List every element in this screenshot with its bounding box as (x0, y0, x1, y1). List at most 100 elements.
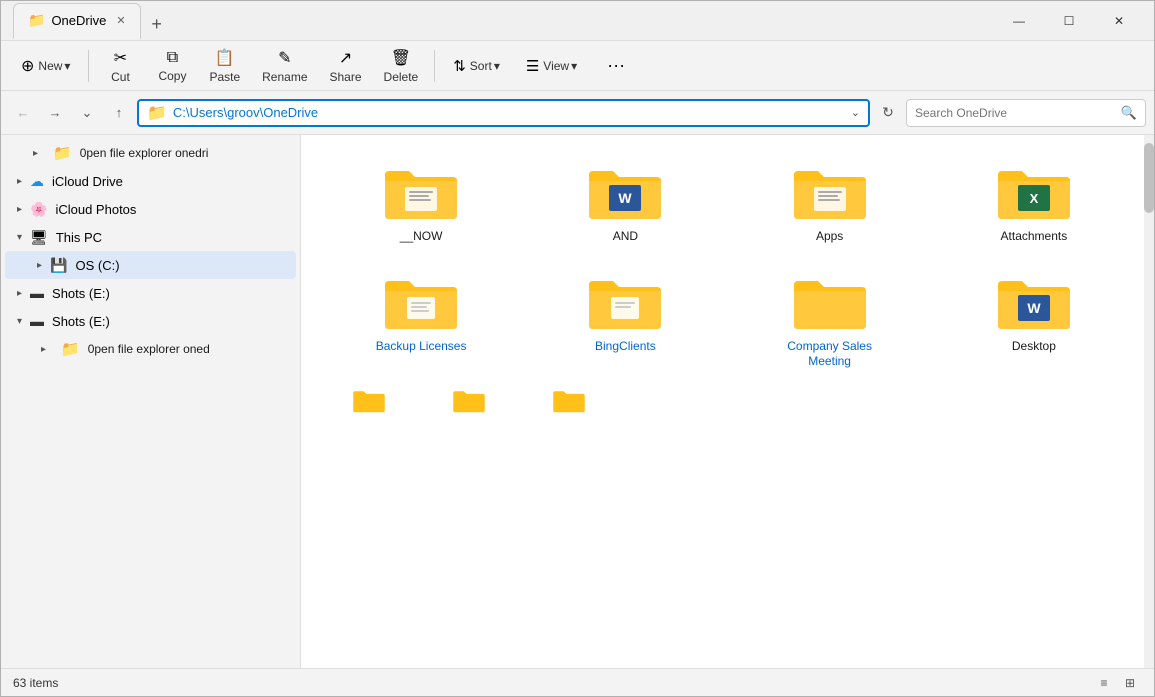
sidebar-expand-down-chevron: ▾ (17, 232, 22, 243)
new-tab-button[interactable]: + (143, 11, 171, 39)
sidebar-item-onedrive-folder[interactable]: ▸ 📁 0pen file explorer onedri (5, 139, 296, 167)
separator-1 (88, 50, 89, 82)
folder-bing-label: BingClients (595, 339, 656, 355)
folder-now-icon (381, 159, 461, 223)
close-button[interactable]: ✕ (1096, 5, 1142, 37)
forward-button[interactable]: → (41, 99, 69, 127)
address-chevron-icon[interactable]: ⌄ (851, 106, 860, 119)
sidebar-item-this-pc[interactable]: ▾ 🖥 This PC (5, 223, 296, 251)
address-bar[interactable]: 📁 ⌄ (137, 99, 870, 127)
folder2-icon: 📁 (61, 340, 80, 358)
folder-item-apps[interactable]: Apps (730, 151, 930, 253)
address-input-field[interactable] (173, 105, 845, 120)
partial-folder-1[interactable] (321, 386, 417, 414)
sidebar-item-icloud-drive[interactable]: ▸ ☁ iCloud Drive (5, 167, 296, 195)
partial-folder-3[interactable] (521, 386, 617, 414)
refresh-button[interactable]: ↻ (874, 99, 902, 127)
tab-onedrive[interactable]: 📁 OneDrive ✕ (13, 3, 141, 39)
statusbar: 63 items ≡ ⊞ (1, 668, 1154, 696)
sidebar-icloud-photos-label: iCloud Photos (55, 202, 136, 217)
list-view-button[interactable]: ≡ (1092, 673, 1116, 693)
titlebar-left: 📁 OneDrive ✕ + (13, 3, 996, 39)
sidebar-chevron-right2: ▸ (41, 344, 53, 355)
rename-button[interactable]: ✎ Rename (252, 44, 317, 88)
more-button[interactable]: ··· (591, 44, 641, 88)
partial-folder-row (321, 386, 1134, 414)
folder-backup-label: Backup Licenses (376, 339, 467, 355)
folder-item-bing-clients[interactable]: BingClients (525, 261, 725, 378)
folder-company-icon (790, 269, 870, 333)
status-item-count: 63 items (13, 676, 58, 690)
folder-now-label: __NOW (400, 229, 443, 245)
cut-label: Cut (111, 70, 130, 84)
scrollbar-track[interactable] (1144, 135, 1154, 668)
new-label: New ▾ (38, 59, 70, 73)
sidebar-chevron-right: ▸ (33, 148, 45, 159)
sidebar-expand-chevron: ▸ (17, 176, 22, 187)
shots-e2-icon: ▬ (30, 313, 44, 329)
folder-item-company-sales[interactable]: Company Sales Meeting (730, 261, 930, 378)
svg-text:W: W (619, 190, 633, 206)
paste-label: Paste (209, 70, 240, 84)
paste-icon: 📋 (215, 48, 235, 68)
folder-apps-icon (790, 159, 870, 223)
sidebar-expand-chevron: ▸ (17, 288, 22, 299)
tab-close-button[interactable]: ✕ (116, 14, 125, 27)
folder-attachments-label: Attachments (1001, 229, 1068, 245)
icloud-drive-icon: ☁ (30, 173, 44, 190)
sidebar-shots-e-label: Shots (E:) (52, 286, 110, 301)
folder-item-attachments[interactable]: X Attachments (934, 151, 1134, 253)
search-input[interactable] (915, 106, 1115, 120)
view-button[interactable]: ☰ View ▾ (514, 44, 589, 88)
folder-and-icon: W (585, 159, 665, 223)
folder-attachments-icon: X (994, 159, 1074, 223)
sidebar-item-icloud-photos[interactable]: ▸ 🌸 iCloud Photos (5, 195, 296, 223)
sidebar-icloud-drive-label: iCloud Drive (52, 174, 123, 189)
grid-view-button[interactable]: ⊞ (1118, 673, 1142, 693)
search-box[interactable]: 🔍 (906, 99, 1146, 127)
cut-button[interactable]: ✂ Cut (95, 44, 145, 88)
copy-button[interactable]: ⧉ Copy (147, 44, 197, 88)
delete-icon: 🗑 (391, 48, 411, 68)
folder-item-and[interactable]: W AND (525, 151, 725, 253)
minimize-button[interactable]: — (996, 5, 1042, 37)
this-pc-icon: 🖥 (30, 229, 48, 246)
up-button[interactable]: ↑ (105, 99, 133, 127)
sidebar-item-shots-e-1[interactable]: ▸ ▬ Shots (E:) (5, 279, 296, 307)
view-toggle-buttons: ≡ ⊞ (1092, 673, 1142, 693)
folder-and-label: AND (613, 229, 638, 245)
copy-icon: ⧉ (167, 49, 178, 67)
sidebar-os-c-label: OS (C:) (75, 258, 119, 273)
separator-2 (434, 50, 435, 82)
folder-company-label: Company Sales Meeting (780, 339, 880, 370)
scrollbar-thumb[interactable] (1144, 143, 1154, 213)
maximize-button[interactable]: ☐ (1046, 5, 1092, 37)
sidebar-item-oned-folder[interactable]: ▸ 📁 0pen file explorer oned (5, 335, 296, 363)
view-icon: ☰ (526, 57, 539, 75)
folder-item-backup-licenses[interactable]: Backup Licenses (321, 261, 521, 378)
history-dropdown-button[interactable]: ⌄ (73, 99, 101, 127)
toolbar: ⊕ New ▾ ✂ Cut ⧉ Copy 📋 Paste ✎ Rename (1, 41, 1154, 91)
back-button[interactable]: ← (9, 99, 37, 127)
rename-icon: ✎ (278, 48, 291, 68)
folder-item-desktop[interactable]: W Desktop (934, 261, 1134, 378)
sidebar-expand-chevron: ▸ (37, 260, 42, 271)
svg-text:W: W (1027, 300, 1041, 316)
folder-apps-label: Apps (816, 229, 843, 245)
paste-button[interactable]: 📋 Paste (199, 44, 250, 88)
sort-label: Sort ▾ (470, 59, 500, 73)
new-button[interactable]: ⊕ New ▾ (9, 44, 82, 88)
window-controls: — ☐ ✕ (996, 5, 1142, 37)
os-c-icon: 💾 (50, 257, 67, 274)
sort-button[interactable]: ⇅ Sort ▾ (441, 44, 512, 88)
folder-item-now[interactable]: __NOW (321, 151, 521, 253)
partial-folder-2[interactable] (421, 386, 517, 414)
folder-icon: 📁 (53, 144, 72, 162)
new-chevron-icon: ▾ (64, 59, 70, 73)
content-scroll[interactable]: __NOW W AND (301, 135, 1154, 668)
sidebar-item-os-c[interactable]: ▸ 💾 OS (C:) (5, 251, 296, 279)
share-button[interactable]: ↗ Share (320, 44, 372, 88)
sort-icon: ⇅ (453, 57, 466, 75)
sidebar-item-shots-e-2[interactable]: ▾ ▬ Shots (E:) (5, 307, 296, 335)
delete-button[interactable]: 🗑 Delete (374, 44, 429, 88)
